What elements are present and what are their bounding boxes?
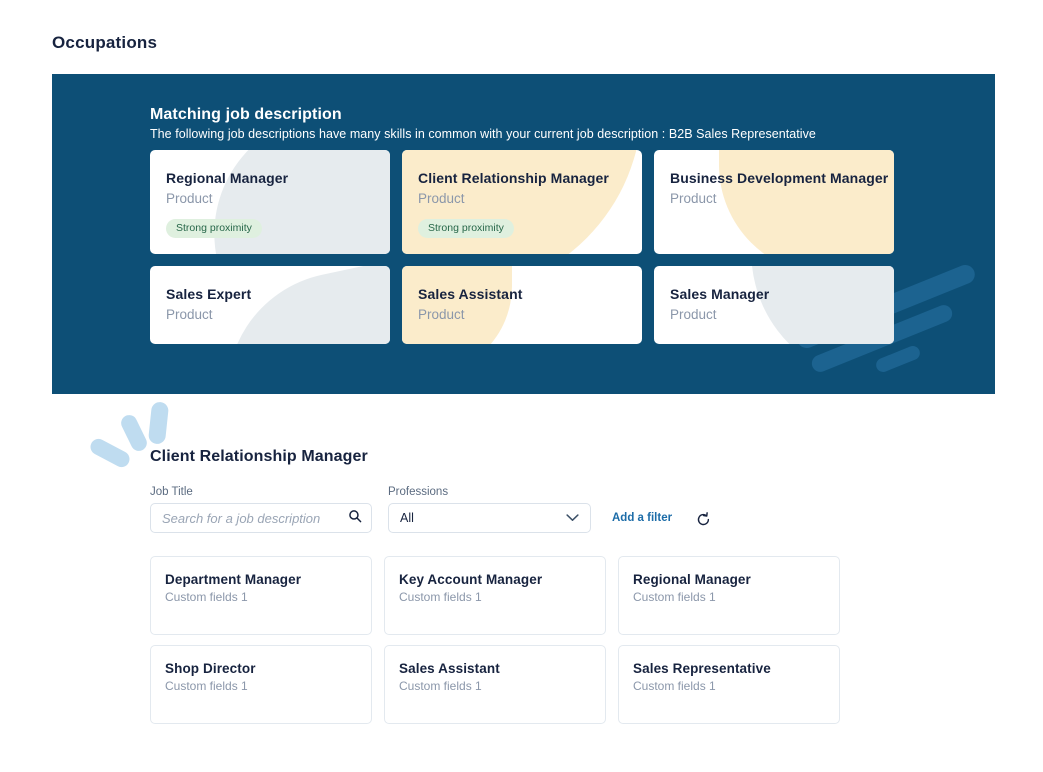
- search-icon[interactable]: [348, 509, 362, 528]
- result-card-subtitle: Custom fields 1: [165, 590, 248, 604]
- banner-header: Matching job description The following j…: [150, 106, 898, 141]
- occupation-card-subtitle: Product: [418, 307, 465, 322]
- reset-filters-button[interactable]: [696, 512, 711, 527]
- occupation-card-title: Sales Manager: [670, 286, 770, 302]
- banner-subtitle: The following job descriptions have many…: [150, 127, 816, 141]
- professions-selected-value: All: [400, 511, 414, 525]
- occupation-card-title: Regional Manager: [166, 170, 289, 186]
- occupation-card[interactable]: Regional Manager Product Strong proximity: [150, 150, 390, 254]
- occupation-card-title: Sales Expert: [166, 286, 252, 302]
- occupation-card[interactable]: Sales Assistant Product: [402, 266, 642, 344]
- reset-arrow-icon[interactable]: [696, 512, 711, 531]
- occupation-card-title: Client Relationship Manager: [418, 170, 609, 186]
- professions-select[interactable]: All: [388, 503, 591, 533]
- decorative-blob-icon: [734, 266, 894, 344]
- occupation-card[interactable]: Client Relationship Manager Product Strong…: [402, 150, 642, 254]
- results-section-title: Client Relationship Manager: [150, 448, 368, 465]
- occupation-card[interactable]: Sales Manager Product: [654, 266, 894, 344]
- decorative-blob-icon: [204, 266, 390, 344]
- result-card-title: Sales Representative: [633, 661, 771, 676]
- decorative-swoosh-icon: [874, 343, 922, 375]
- result-card-subtitle: Custom fields 1: [399, 590, 482, 604]
- occupation-card-subtitle: Product: [670, 191, 717, 206]
- result-card-subtitle: Custom fields 1: [399, 679, 482, 693]
- result-card[interactable]: Sales Assistant Custom fields 1: [384, 645, 606, 724]
- result-card-title: Department Manager: [165, 572, 302, 587]
- result-card-title: Regional Manager: [633, 572, 751, 587]
- proximity-badge: Strong proximity: [166, 219, 262, 238]
- result-card[interactable]: Regional Manager Custom fields 1: [618, 556, 840, 635]
- search-input[interactable]: [162, 510, 348, 526]
- result-card[interactable]: Shop Director Custom fields 1: [150, 645, 372, 724]
- petal-shape-icon: [87, 436, 133, 470]
- search-input-wrapper[interactable]: [150, 503, 372, 533]
- filters-bar: Job Title Professions All Add a filter: [150, 486, 711, 533]
- result-card-subtitle: Custom fields 1: [633, 590, 716, 604]
- matching-occupations-grid: Regional Manager Product Strong proximity C…: [150, 150, 895, 344]
- banner-title: Matching job description: [150, 106, 342, 123]
- job-title-field: Job Title: [150, 486, 372, 533]
- job-title-label: Job Title: [150, 486, 193, 498]
- decorative-blob-icon: [402, 266, 512, 344]
- result-card[interactable]: Key Account Manager Custom fields 1: [384, 556, 606, 635]
- result-card[interactable]: Department Manager Custom fields 1: [150, 556, 372, 635]
- occupation-card-title: Business Development Manager: [670, 170, 889, 186]
- occupation-card-subtitle: Product: [166, 191, 213, 206]
- result-card-title: Key Account Manager: [399, 572, 543, 587]
- occupation-card-title: Sales Assistant: [418, 286, 523, 302]
- result-card-subtitle: Custom fields 1: [633, 679, 716, 693]
- professions-label: Professions: [388, 486, 449, 498]
- occupation-card[interactable]: Sales Expert Product: [150, 266, 390, 344]
- petal-shape-icon: [118, 412, 150, 454]
- occupation-card-subtitle: Product: [166, 307, 213, 322]
- result-card-title: Shop Director: [165, 661, 256, 676]
- result-card[interactable]: Sales Representative Custom fields 1: [618, 645, 840, 724]
- results-grid: Department Manager Custom fields 1 Key Acc…: [150, 556, 840, 724]
- occupation-card[interactable]: Business Development Manager Product: [654, 150, 894, 254]
- result-card-subtitle: Custom fields 1: [165, 679, 248, 693]
- page-title: Occupations: [52, 33, 158, 52]
- add-filter-link[interactable]: Add a filter: [612, 512, 672, 524]
- chevron-down-icon[interactable]: [566, 509, 579, 527]
- result-card-title: Sales Assistant: [399, 661, 500, 676]
- occupation-card-subtitle: Product: [418, 191, 465, 206]
- occupation-card-subtitle: Product: [670, 307, 717, 322]
- professions-field: Professions All: [388, 486, 591, 533]
- petal-shape-icon: [147, 401, 170, 445]
- proximity-badge: Strong proximity: [418, 219, 514, 238]
